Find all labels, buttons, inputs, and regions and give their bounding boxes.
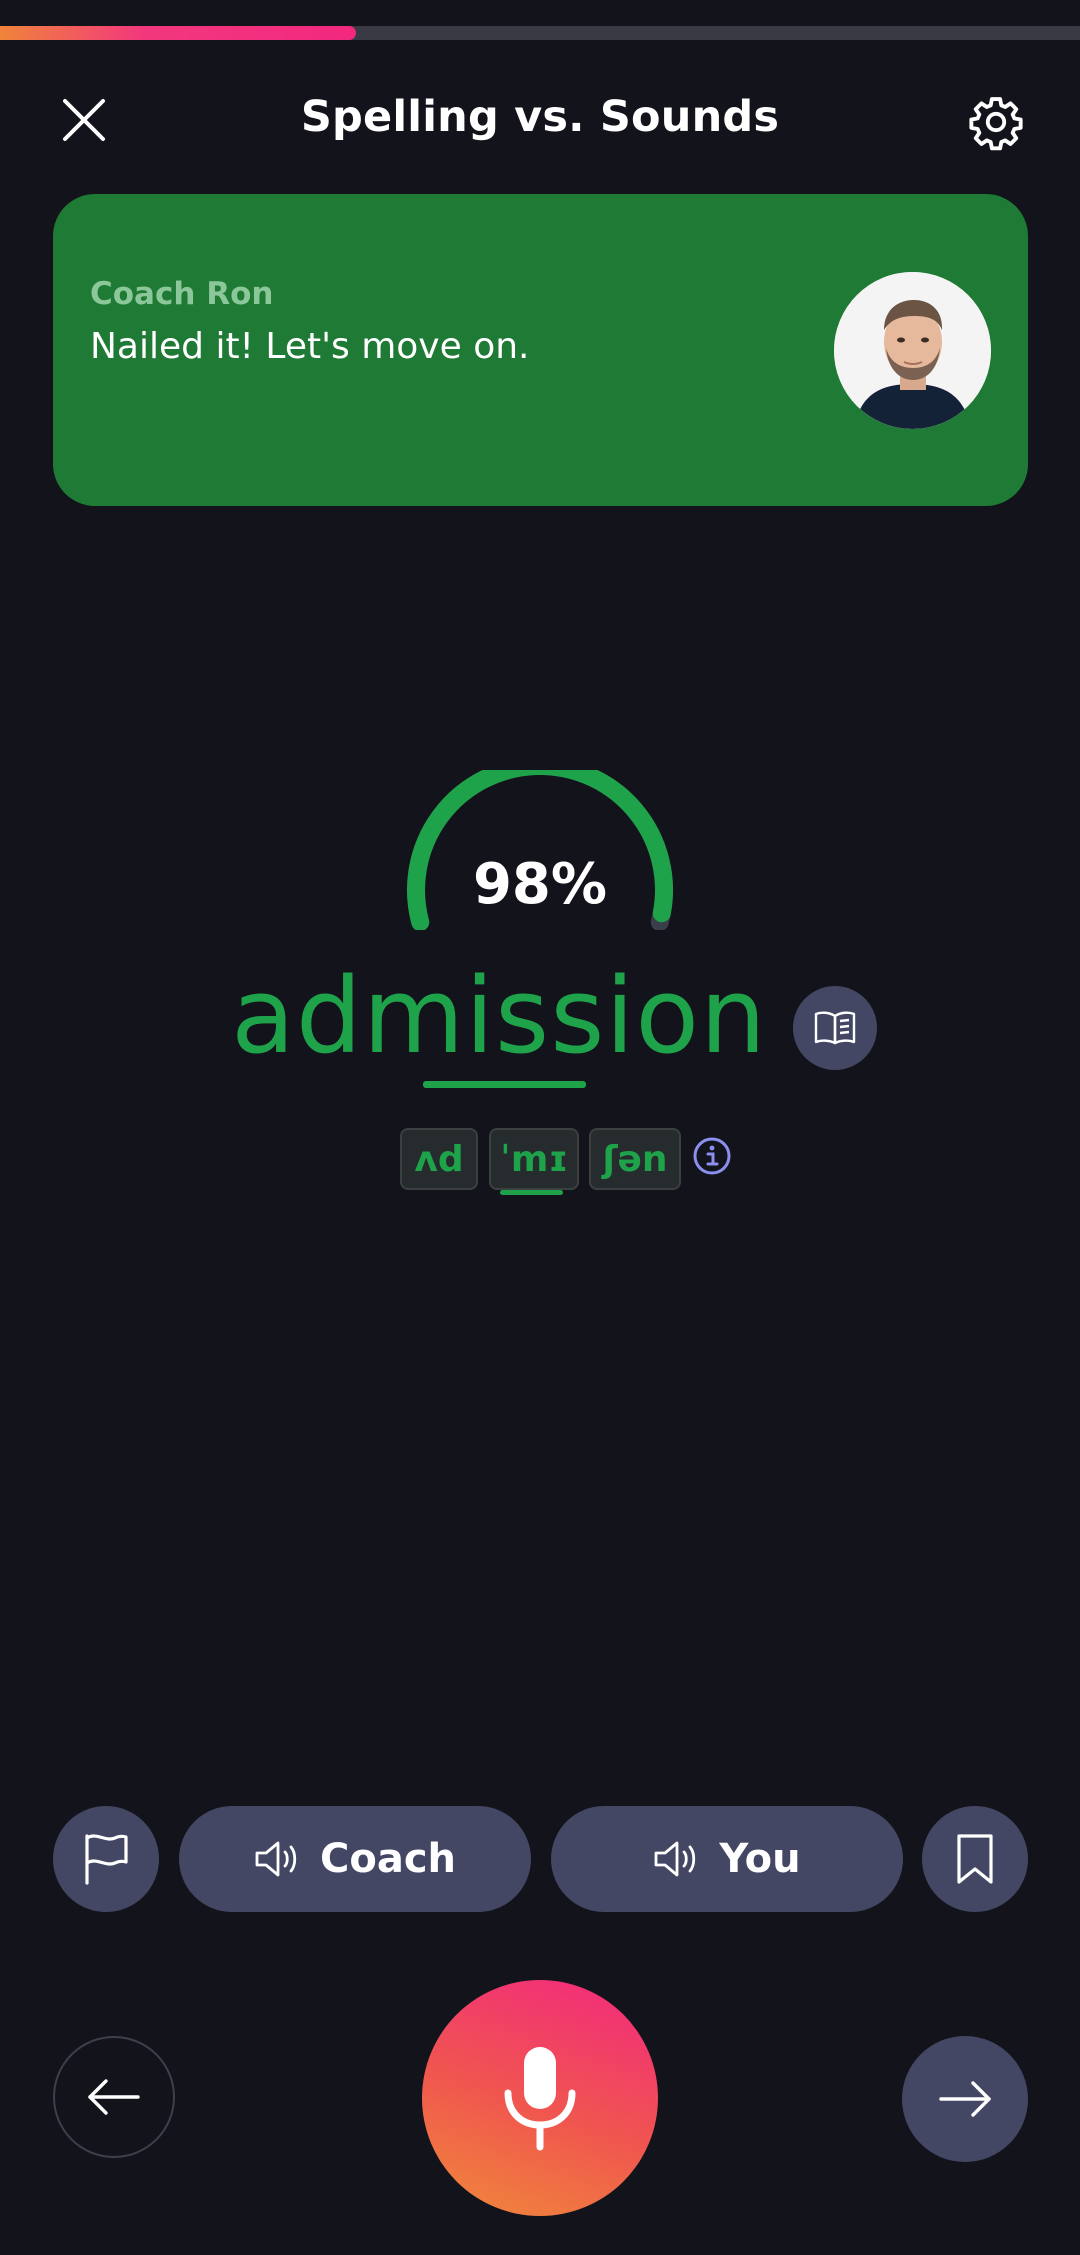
score-percentage: 98% (472, 852, 608, 917)
bottom-navigation (0, 1980, 1080, 2216)
gear-icon (969, 97, 1023, 151)
previous-button[interactable] (53, 2036, 175, 2158)
lesson-progress-bar (0, 26, 1080, 40)
coach-feedback-card: Coach Ron Nailed it! Let's move on. (53, 194, 1028, 506)
target-word: admission (0, 955, 1080, 1077)
speaker-icon (255, 1841, 297, 1877)
flag-icon (85, 1834, 128, 1885)
ipa-stress-underline (500, 1190, 563, 1195)
bookmark-icon (957, 1834, 993, 1884)
your-audio-label: You (719, 1836, 801, 1882)
coach-message: Nailed it! Let's move on. (90, 326, 530, 367)
report-flag-button[interactable] (53, 1806, 159, 1912)
top-bar: Spelling vs. Sounds (0, 70, 1080, 170)
coach-avatar (834, 272, 991, 429)
play-your-audio-button[interactable]: You (551, 1806, 903, 1912)
play-coach-audio-button[interactable]: Coach (179, 1806, 531, 1912)
lesson-progress-fill (0, 26, 357, 40)
arrow-left-icon (88, 2079, 140, 2115)
next-button[interactable] (902, 2036, 1028, 2162)
audio-actions-row: Coach You (0, 1806, 1080, 1912)
speaker-icon (654, 1841, 696, 1877)
ipa-syllable[interactable]: ʃən (589, 1128, 681, 1190)
book-icon (814, 1011, 856, 1045)
info-icon (693, 1137, 731, 1175)
ipa-syllable[interactable]: ʌd (400, 1128, 478, 1190)
word-stress-underline (423, 1081, 586, 1088)
target-word-text: admission (231, 955, 767, 1077)
coach-name: Coach Ron (90, 276, 274, 312)
ipa-info-button[interactable] (692, 1136, 732, 1176)
record-button[interactable] (422, 1980, 658, 2216)
page-title: Spelling vs. Sounds (300, 92, 780, 142)
settings-button[interactable] (962, 88, 1030, 156)
bookmark-button[interactable] (922, 1806, 1028, 1912)
score-gauge: 98% (402, 756, 678, 932)
coach-audio-label: Coach (319, 1836, 456, 1882)
dictionary-button[interactable] (793, 986, 877, 1070)
arrow-right-icon (939, 2081, 991, 2117)
microphone-icon (504, 2047, 576, 2151)
ipa-syllable-stressed[interactable]: ˈmɪ (489, 1128, 579, 1190)
